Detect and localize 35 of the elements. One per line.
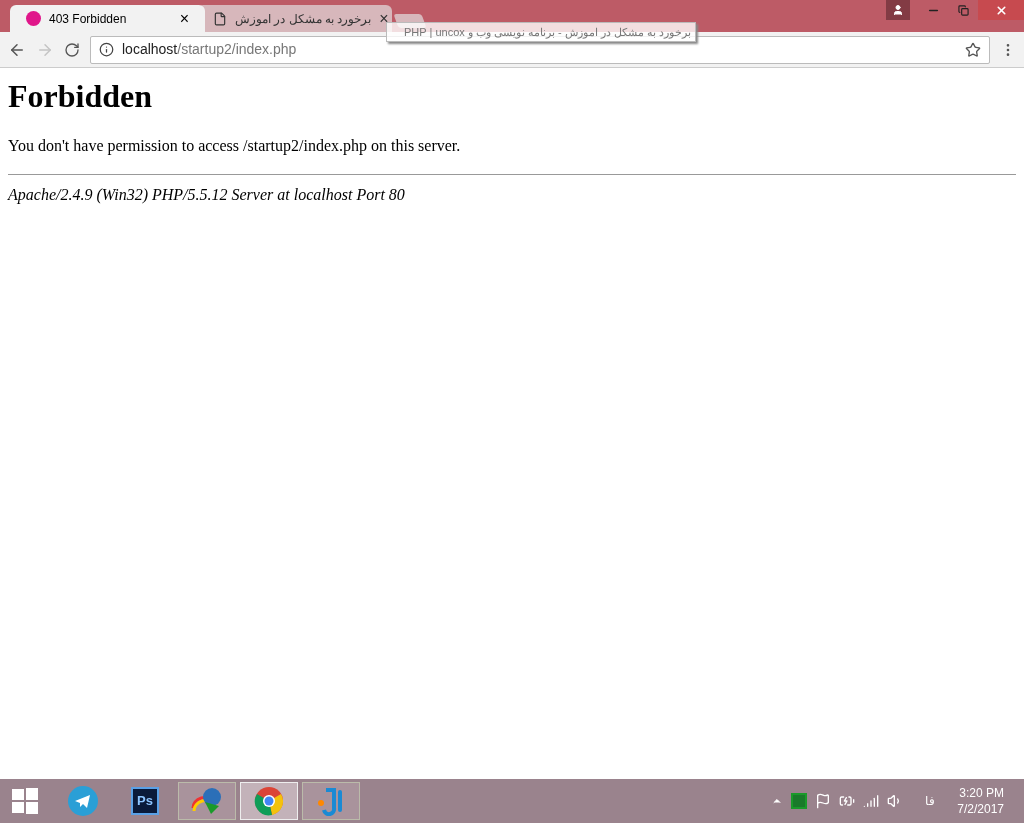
restore-icon <box>957 4 969 16</box>
taskbar-app-button[interactable]: Ps <box>116 782 174 820</box>
tab-tooltip: برخورد به مشکل در اموزش - برنامه نویسی وب و PHP | uncox <box>386 22 696 42</box>
clock-date: 7/2/2017 <box>957 801 1004 817</box>
close-button[interactable] <box>978 0 1024 20</box>
error-message: You don't have permission to access /startup2/index.php on this server. <box>8 136 462 157</box>
server-signature: Apache/2.4.9 (Win32) PHP/5.5.12 Server at localhost Port 80 <box>8 185 406 206</box>
wamp-icon <box>26 11 41 26</box>
info-icon <box>99 42 114 57</box>
signal-icon[interactable] <box>863 793 880 809</box>
globe-icon <box>191 786 223 816</box>
chrome-icon <box>254 786 284 816</box>
taskbar-app-button[interactable] <box>302 782 360 820</box>
browser-tab[interactable]: 403 Forbidden × <box>10 5 205 32</box>
telegram-icon <box>68 786 98 816</box>
photoshop-icon: Ps <box>131 787 159 815</box>
url-text: localhost/startup2/index.php <box>122 40 298 59</box>
battery-icon[interactable] <box>839 793 856 809</box>
page-icon <box>213 11 227 26</box>
bookmark-star-icon[interactable] <box>965 41 981 58</box>
flag-icon[interactable] <box>815 793 832 809</box>
close-icon[interactable]: × <box>379 10 389 27</box>
windows-logo-icon <box>12 788 38 814</box>
clock[interactable]: 3:20 PM 7/2/2017 <box>957 785 1004 817</box>
tab-title: برخورد به مشکل در اموزش <box>235 10 372 28</box>
close-icon[interactable]: × <box>179 10 189 27</box>
taskbar-app-button[interactable] <box>178 782 236 820</box>
profile-button[interactable] <box>886 0 910 20</box>
tab-title: 403 Forbidden <box>49 10 128 28</box>
reload-button[interactable] <box>64 41 80 58</box>
profile-icon <box>892 4 904 16</box>
language-indicator[interactable]: فا <box>925 792 936 810</box>
page-heading: Forbidden <box>8 77 154 116</box>
clock-time: 3:20 PM <box>959 785 1004 801</box>
close-icon <box>994 3 1008 17</box>
